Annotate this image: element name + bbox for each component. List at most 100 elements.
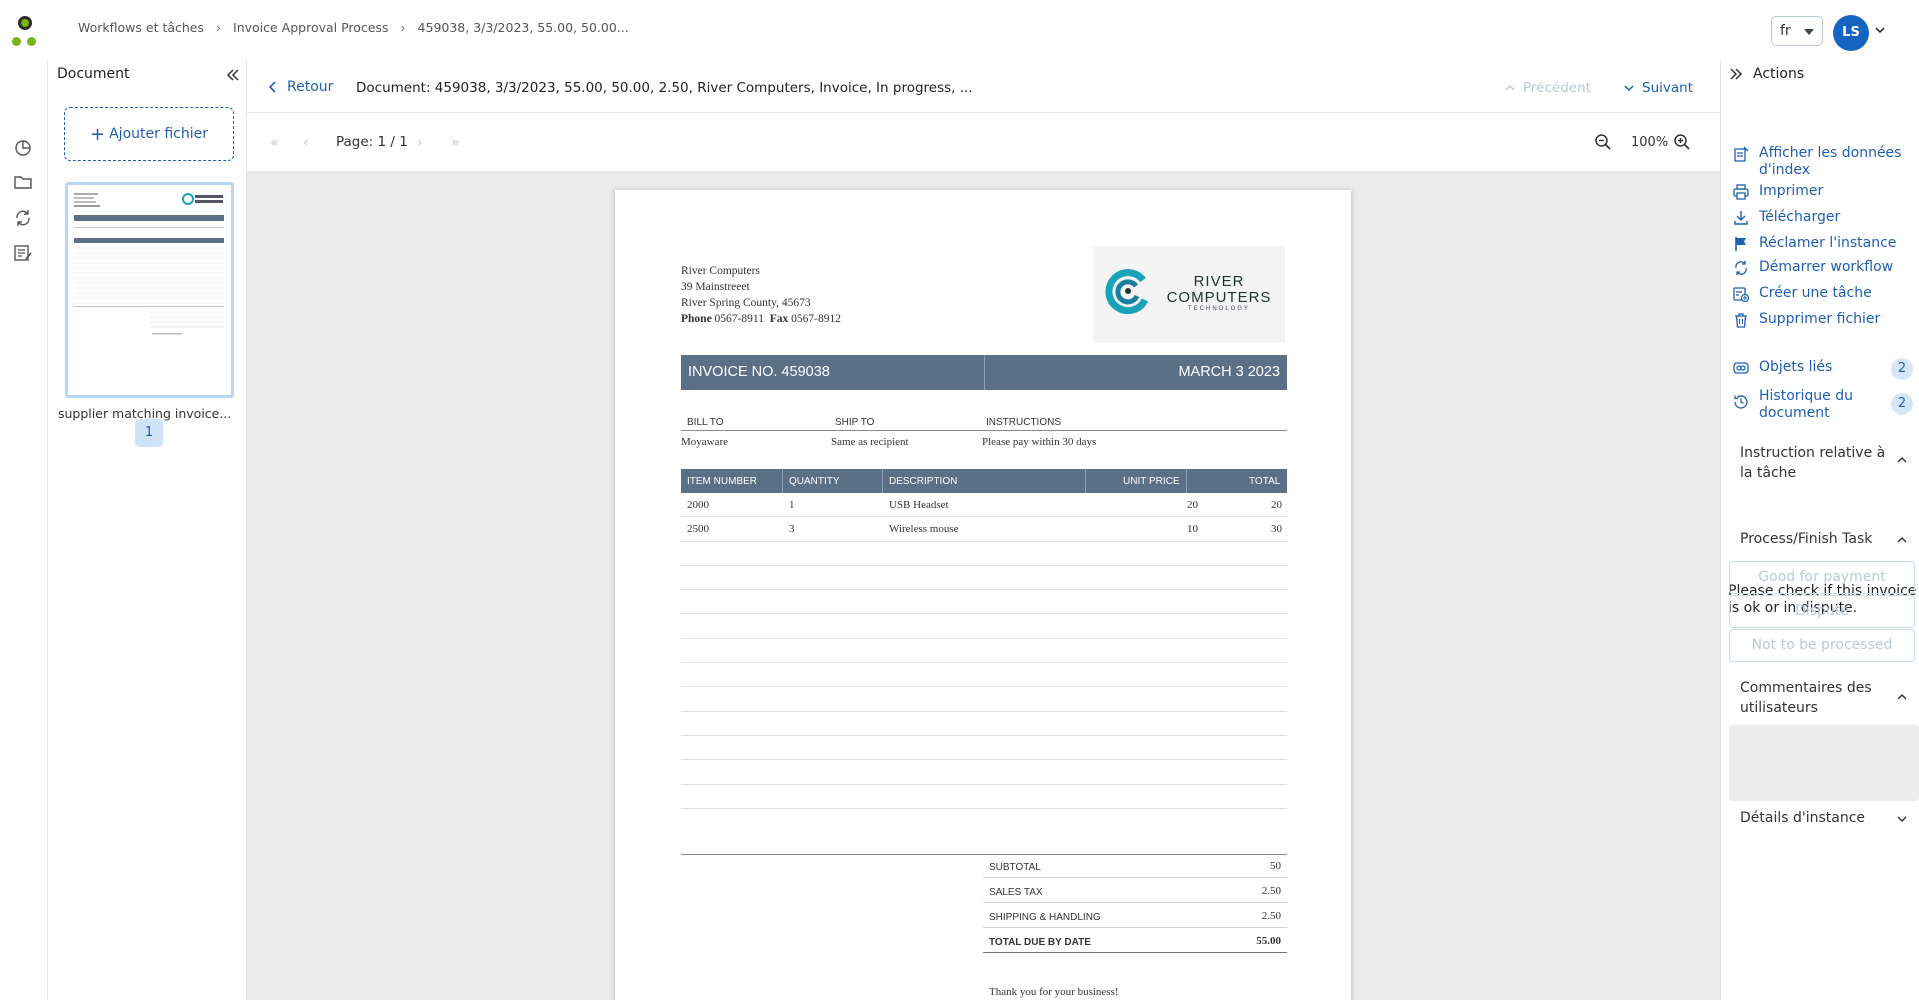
- back-label: Retour: [287, 79, 334, 95]
- create-task-icon: [1733, 287, 1749, 302]
- action-download[interactable]: Télécharger: [1733, 209, 1913, 226]
- chevron-up-icon[interactable]: [1897, 456, 1907, 464]
- linked-objects-count: 2: [1891, 358, 1913, 380]
- action-label: Afficher les données d'index: [1759, 145, 1902, 178]
- language-value: fr: [1780, 23, 1791, 39]
- totals-value: 55.00: [1256, 935, 1281, 947]
- action-start-workflow[interactable]: Démarrer workflow: [1733, 259, 1913, 276]
- action-label: Démarrer workflow: [1759, 259, 1894, 275]
- column-header: DESCRIPTION: [889, 476, 958, 487]
- column-header: ITEM NUMBER: [687, 476, 757, 487]
- action-label: Créer une tâche: [1759, 285, 1872, 301]
- totals-value: 2.50: [1261, 910, 1281, 922]
- page-indicator: Page: 1 / 1: [336, 134, 408, 150]
- table-row: [681, 712, 1287, 736]
- table-row: [681, 785, 1287, 809]
- chevron-down-icon[interactable]: [1874, 24, 1886, 36]
- table-row: [681, 760, 1287, 785]
- zoom-level: 100%: [1631, 135, 1669, 150]
- company-logo: RIVER COMPUTERS TECHNOLOGY: [1093, 246, 1285, 343]
- document-title: Document: 459038, 3/3/2023, 55.00, 50.00…: [356, 80, 973, 96]
- action-create-task[interactable]: Créer une tâche: [1733, 285, 1913, 302]
- sender-city: River Spring County, 45673: [681, 297, 811, 309]
- caret-down-icon: [1804, 29, 1814, 35]
- invoice-number: INVOICE NO. 459038: [688, 364, 830, 380]
- viewer-header: Retour Document: 459038, 3/3/2023, 55.00…: [247, 60, 1720, 113]
- folder-icon[interactable]: [12, 171, 34, 193]
- zoom-out-icon[interactable]: [1594, 133, 1612, 151]
- first-page-icon[interactable]: «: [270, 135, 279, 151]
- previous-button[interactable]: Précédent: [1505, 80, 1591, 96]
- company-logo-text: RIVER COMPUTERS: [1166, 273, 1272, 306]
- document-history-label: Historique du document: [1759, 388, 1853, 421]
- actions-header: Actions: [1729, 66, 1804, 82]
- user-avatar[interactable]: LS: [1833, 15, 1869, 51]
- totals-label: SHIPPING & HANDLING: [989, 912, 1101, 923]
- action-print[interactable]: Imprimer: [1733, 183, 1913, 200]
- zoom-in-icon[interactable]: [1673, 133, 1691, 151]
- comment-input[interactable]: [1729, 725, 1919, 801]
- linked-objects-label: Objets liés: [1759, 359, 1833, 375]
- action-delete-file[interactable]: Supprimer fichier: [1733, 311, 1913, 328]
- language-select[interactable]: fr: [1771, 16, 1823, 46]
- breadcrumb-process[interactable]: Invoice Approval Process: [233, 20, 389, 35]
- chevron-down-icon[interactable]: [1897, 815, 1907, 823]
- flag-icon: [1735, 237, 1746, 251]
- totals-label: SUBTOTAL: [989, 862, 1041, 873]
- index-data-icon: [1734, 146, 1749, 162]
- table-cell: 3: [789, 523, 795, 536]
- expand-right-icon[interactable]: [1729, 68, 1743, 80]
- collapse-left-icon[interactable]: [226, 69, 240, 81]
- instance-details-toggle[interactable]: Détails d'instance: [1740, 808, 1900, 828]
- process-section-toggle[interactable]: Process/Finish Task: [1740, 529, 1900, 549]
- document-history-button[interactable]: Historique du document: [1733, 388, 1913, 422]
- instructions-header: INSTRUCTIONS: [986, 417, 1061, 428]
- table-row: [681, 663, 1287, 688]
- comments-section-toggle[interactable]: Commentaires des utilisateurs: [1740, 678, 1900, 718]
- linked-objects-button[interactable]: Objets liés: [1733, 359, 1913, 376]
- sync-icon[interactable]: [12, 207, 34, 229]
- task-list-icon[interactable]: [12, 242, 34, 264]
- chevron-right-icon: ›: [400, 20, 406, 35]
- add-file-button[interactable]: + Ajouter fichier: [64, 107, 234, 161]
- actions-panel: Actions Afficher les données d'index Imp…: [1720, 60, 1919, 1000]
- page-count-badge: 1: [135, 419, 163, 447]
- totals-row: SHIPPING & HANDLING 2.50: [983, 903, 1287, 928]
- document-panel-title: Document: [57, 66, 130, 82]
- chevron-up-icon[interactable]: [1897, 693, 1907, 701]
- document-thumbnail[interactable]: [65, 182, 234, 398]
- table-row: 2000 1 USB Headset 20 20: [681, 493, 1287, 518]
- table-cell: 10: [1187, 523, 1198, 536]
- good-for-payment-button[interactable]: Good for payment: [1729, 561, 1915, 594]
- back-button[interactable]: Retour: [269, 79, 333, 95]
- next-button[interactable]: Suivant: [1624, 80, 1693, 96]
- not-to-be-processed-button[interactable]: Not to be processed: [1729, 629, 1915, 662]
- viewer-toolbar: « ‹ Page: 1 / 1 › » 100%: [247, 114, 1720, 172]
- next-page-icon[interactable]: ›: [417, 135, 423, 151]
- app-logo[interactable]: [12, 16, 38, 50]
- dashboard-icon[interactable]: [12, 136, 34, 158]
- table-cell: USB Headset: [889, 499, 949, 511]
- document-canvas[interactable]: River Computers 39 Mainstreeet River Spr…: [247, 172, 1720, 1000]
- instruction-section-toggle[interactable]: Instruction relative à la tâche: [1740, 443, 1900, 483]
- next-label: Suivant: [1642, 80, 1693, 96]
- table-cell: Wireless mouse: [889, 523, 959, 536]
- dispute-button[interactable]: Dispute: [1729, 595, 1915, 628]
- action-label: Télécharger: [1759, 209, 1841, 225]
- add-file-label: Ajouter fichier: [109, 126, 208, 142]
- chevron-down-icon: [1624, 85, 1634, 92]
- line-items-header: ITEM NUMBER QUANTITY DESCRIPTION UNIT PR…: [681, 469, 1287, 493]
- action-claim-instance[interactable]: Réclamer l'instance: [1733, 235, 1913, 252]
- last-page-icon[interactable]: »: [451, 135, 460, 151]
- table-row: [681, 687, 1287, 712]
- totals-row: SALES TAX 2.50: [983, 878, 1287, 903]
- chevron-left-icon: [269, 81, 276, 93]
- previous-page-icon[interactable]: ‹: [303, 135, 309, 151]
- table-cell: 2000: [687, 499, 709, 511]
- breadcrumb-workflows[interactable]: Workflows et tâches: [78, 20, 204, 35]
- printer-icon: [1733, 184, 1749, 200]
- action-show-index-data[interactable]: Afficher les données d'index: [1733, 145, 1913, 179]
- sender-contact: Phone 0567-8911 Fax 0567-8912: [681, 313, 841, 325]
- sender-name: River Computers: [681, 265, 760, 277]
- chevron-up-icon[interactable]: [1897, 536, 1907, 544]
